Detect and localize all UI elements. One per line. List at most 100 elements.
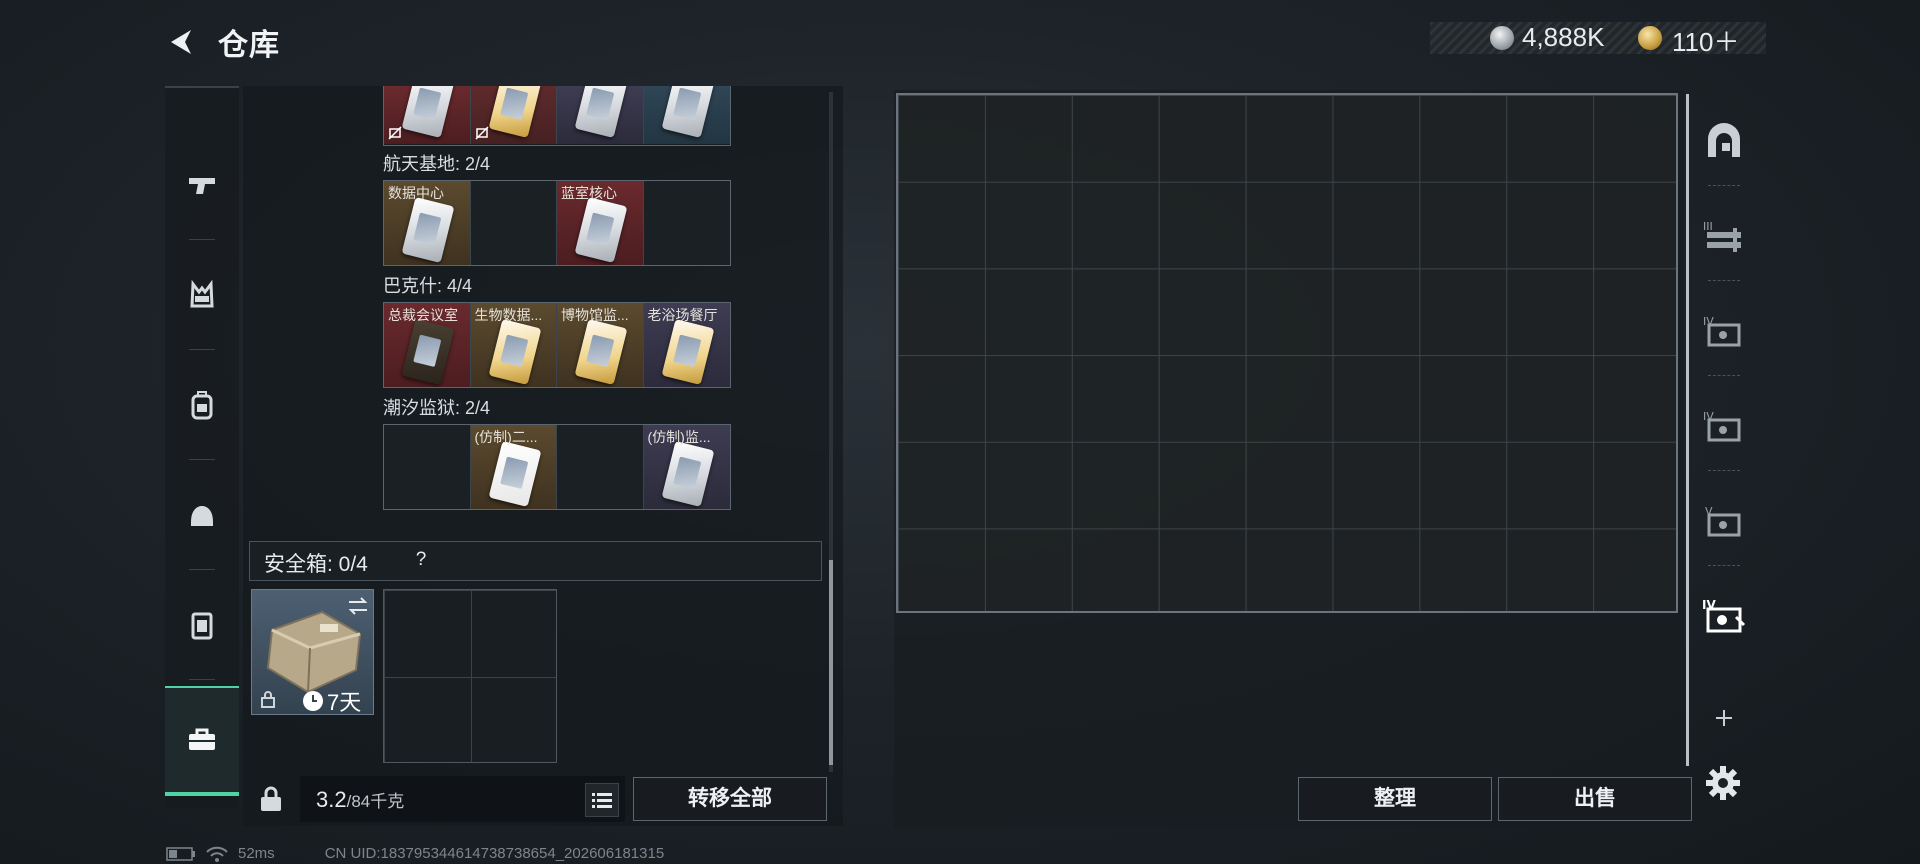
weight-lock-icon bbox=[261, 786, 281, 811]
back-arrow-icon bbox=[171, 30, 191, 54]
keycard-slot[interactable]: (仿制)监... bbox=[643, 425, 730, 509]
settings-button[interactable] bbox=[1704, 764, 1742, 802]
gear-icon bbox=[1706, 766, 1740, 800]
section-label-bakhsh: 巴克什: 4/4 bbox=[383, 276, 473, 296]
keycard-slot[interactable] bbox=[643, 86, 730, 144]
svg-text:III: III bbox=[1703, 220, 1713, 233]
help-icon[interactable]: ? bbox=[410, 549, 432, 571]
weight-capacity: /84千克 bbox=[346, 792, 405, 811]
storage-tab-keycard-3[interactable]: V bbox=[1692, 476, 1756, 566]
keycard-slot[interactable] bbox=[557, 86, 644, 144]
keycard-image bbox=[401, 197, 455, 263]
clock-icon bbox=[303, 691, 323, 711]
silver-balance: 4,888K bbox=[1522, 22, 1605, 52]
carry-weight: 3.2/84千克 bbox=[316, 787, 404, 813]
list-view-button[interactable] bbox=[585, 783, 619, 817]
sell-button[interactable]: 出售 bbox=[1498, 777, 1692, 821]
keycard-v-icon: V bbox=[1705, 505, 1741, 537]
keycard-image bbox=[661, 86, 714, 138]
section-label-aerospace: 航天基地: 2/4 bbox=[383, 154, 491, 174]
keycard-iv-icon: IV bbox=[1703, 315, 1741, 347]
keycard-image bbox=[574, 319, 628, 385]
battery-icon bbox=[166, 846, 195, 861]
gold-coin-icon bbox=[1638, 26, 1662, 50]
storage-tab-keycard-2[interactable]: IV bbox=[1692, 381, 1756, 471]
safebox-grid[interactable] bbox=[383, 589, 557, 763]
storage-arch-icon bbox=[1708, 123, 1740, 157]
keycard-slot[interactable]: 生物数据... bbox=[470, 303, 557, 387]
sort-button[interactable]: 整理 bbox=[1298, 777, 1492, 821]
keycard-slot[interactable] bbox=[384, 86, 471, 144]
keycard-image bbox=[488, 86, 541, 138]
keycard-slot-empty[interactable] bbox=[557, 425, 644, 509]
keycard-image bbox=[661, 319, 714, 385]
keycard-slot[interactable]: 博物馆监... bbox=[557, 303, 644, 387]
rail-item-case[interactable] bbox=[165, 570, 239, 680]
premium-balance[interactable]: 110＋ bbox=[1672, 22, 1739, 59]
vest-icon bbox=[190, 279, 214, 308]
keycard-image bbox=[574, 86, 628, 138]
page-title: 仓库 bbox=[218, 29, 280, 62]
back-button[interactable] bbox=[162, 22, 202, 62]
weight-value: 3.2 bbox=[316, 787, 347, 812]
unavailable-icon bbox=[388, 126, 402, 140]
timer-text: 7天 bbox=[327, 690, 362, 715]
storage-grid[interactable] bbox=[896, 93, 1678, 613]
storage-tab-keycard-active[interactable]: IV bbox=[1692, 571, 1756, 661]
transfer-all-button[interactable]: 转移全部 bbox=[633, 777, 827, 821]
keycard-row-tidal-prison: (仿制)二... (仿制)监... bbox=[383, 424, 731, 510]
keycard-image bbox=[574, 197, 628, 263]
keycard-slot[interactable]: 老浴场餐厅 bbox=[643, 303, 730, 387]
keycard-label: (仿制)二... bbox=[474, 429, 538, 445]
status-bar: 52ms CN UID:1837953446147387386​54_20260… bbox=[166, 845, 664, 862]
toolbox-icon bbox=[189, 728, 215, 750]
storage-tab-keycard-1[interactable]: IV bbox=[1692, 286, 1756, 376]
rail-item-backpack[interactable] bbox=[165, 350, 239, 460]
storage-scrollbar[interactable] bbox=[1686, 94, 1689, 766]
keycard-label: 老浴场餐厅 bbox=[647, 307, 718, 323]
lock-icon bbox=[261, 691, 275, 708]
keycard-slot-empty[interactable] bbox=[470, 181, 557, 265]
keycard-slot[interactable]: 总裁会议室 bbox=[384, 303, 471, 387]
weight-lock-button[interactable] bbox=[253, 781, 289, 817]
keycard-slot-empty[interactable] bbox=[643, 181, 730, 265]
keycard-label: 生物数据... bbox=[474, 307, 543, 323]
storage-tab-main[interactable] bbox=[1692, 96, 1756, 186]
keycard-row-bakhsh: 总裁会议室 生物数据... 博物馆监... 老浴场餐厅 bbox=[383, 302, 731, 388]
rail-item-helmet[interactable] bbox=[165, 460, 239, 570]
keycard-slot[interactable]: 蓝室核心 bbox=[557, 181, 644, 265]
keycard-image bbox=[401, 86, 455, 138]
safebox-label: 安全箱: 0/4 bbox=[264, 553, 368, 576]
add-storage-button[interactable] bbox=[1710, 704, 1738, 732]
safebox-timer: 7天 bbox=[302, 685, 361, 717]
wifi-icon bbox=[206, 846, 228, 862]
keycard-label: 博物馆监... bbox=[561, 307, 629, 323]
keycard-iv-icon: IV bbox=[1703, 410, 1741, 442]
keycard-iv-active-icon: IV bbox=[1702, 598, 1746, 633]
keycard-image bbox=[401, 319, 455, 385]
keycard-slot-empty[interactable] bbox=[384, 425, 471, 509]
rail-item-armor[interactable] bbox=[165, 240, 239, 350]
backpack-icon bbox=[191, 391, 213, 420]
rack-icon: III bbox=[1703, 220, 1741, 252]
inventory-scroll-thumb[interactable] bbox=[829, 560, 833, 765]
silver-coin-icon bbox=[1490, 26, 1514, 50]
keycard-slot[interactable]: 数据中心 bbox=[384, 181, 471, 265]
swap-icon[interactable] bbox=[346, 596, 370, 616]
keycard-image bbox=[488, 319, 541, 385]
helmet-icon bbox=[191, 506, 213, 526]
rail-item-toolbox[interactable] bbox=[165, 686, 239, 796]
ping-text: 52ms bbox=[238, 845, 275, 862]
storage-tab-rack[interactable]: III bbox=[1692, 191, 1756, 281]
plus-icon bbox=[1716, 710, 1732, 726]
keycard-slot[interactable] bbox=[470, 86, 557, 144]
keycard-slot[interactable]: (仿制)二... bbox=[470, 425, 557, 509]
category-rail bbox=[165, 86, 239, 808]
list-icon bbox=[592, 793, 612, 808]
keycard-label: 总裁会议室 bbox=[388, 307, 458, 323]
unavailable-icon bbox=[474, 126, 489, 140]
rail-item-weapons[interactable] bbox=[165, 130, 239, 240]
keycard-label: (仿制)监... bbox=[647, 429, 711, 445]
keycard-label: 蓝室核心 bbox=[561, 185, 617, 201]
keycard-image bbox=[661, 441, 714, 507]
